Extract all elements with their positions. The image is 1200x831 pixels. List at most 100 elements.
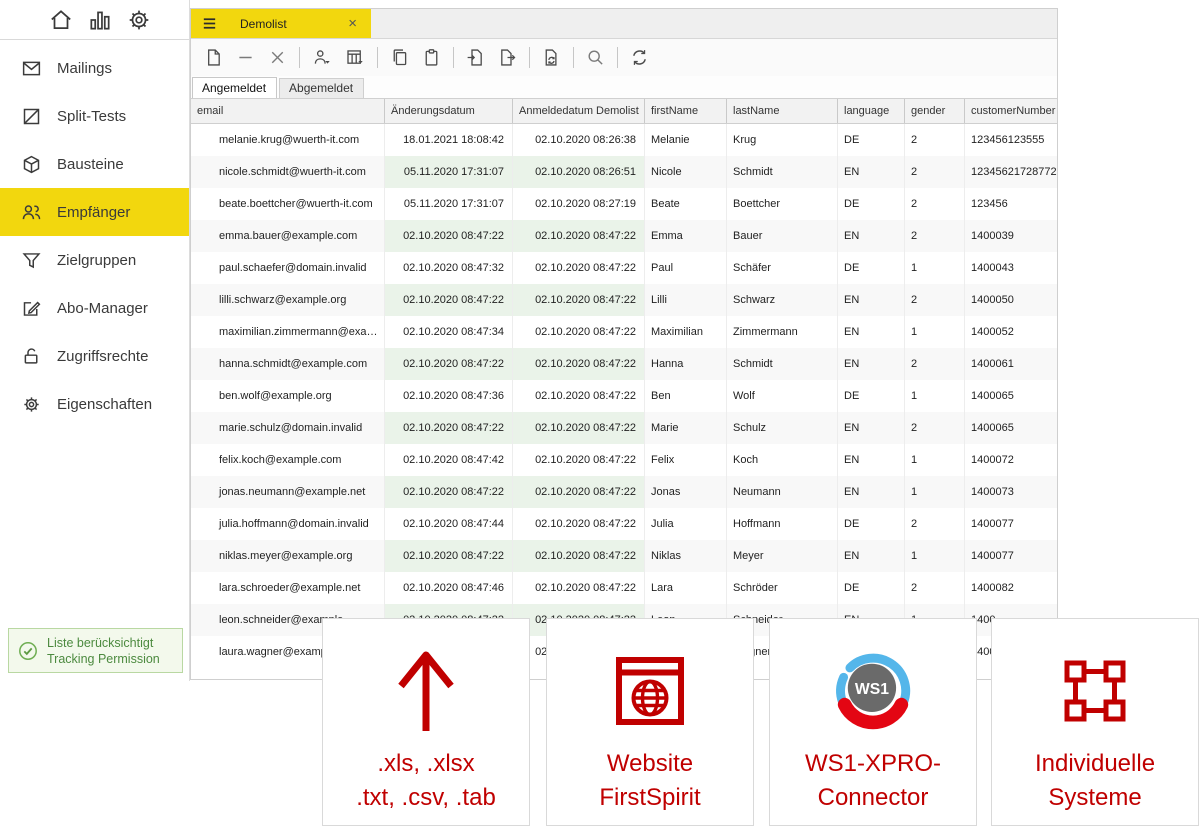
cell-language: EN (838, 444, 905, 476)
cell-lastname: Zimmermann (727, 316, 838, 348)
toolbar-separator (453, 47, 454, 68)
subtab-abgemeldet[interactable]: Abgemeldet (279, 78, 364, 98)
cell-email: lilli.schwarz@example.org (191, 284, 385, 316)
cell-email: marie.schulz@domain.invalid (191, 412, 385, 444)
sidebar-item-bausteine[interactable]: Bausteine (0, 140, 189, 188)
cell-customernumber: 1400082 (965, 572, 1057, 604)
cell-firstname: Jonas (645, 476, 727, 508)
table-row[interactable]: ben.wolf@example.org02.10.2020 08:47:360… (191, 380, 1057, 412)
cell-email: felix.koch@example.com (191, 444, 385, 476)
import-button[interactable] (465, 47, 486, 68)
table-row[interactable]: julia.hoffmann@domain.invalid02.10.2020 … (191, 508, 1057, 540)
cell-firstname: Lilli (645, 284, 727, 316)
cell-language: EN (838, 316, 905, 348)
paste-button[interactable] (421, 47, 442, 68)
bar-chart-icon[interactable] (87, 7, 113, 33)
search-button[interactable] (585, 47, 606, 68)
cell-signup: 02.10.2020 08:47:22 (513, 572, 645, 604)
cell-language: DE (838, 508, 905, 540)
table-row[interactable]: hanna.schmidt@example.com02.10.2020 08:4… (191, 348, 1057, 380)
list-window: Demolist × (190, 8, 1058, 680)
tab-demolist[interactable]: Demolist × (191, 9, 371, 38)
table-row[interactable]: niklas.meyer@example.org02.10.2020 08:47… (191, 540, 1057, 572)
cell-signup: 02.10.2020 08:47:22 (513, 220, 645, 252)
remove-button[interactable] (235, 47, 256, 68)
cell-changed: 02.10.2020 08:47:32 (385, 252, 513, 284)
table-row[interactable]: lilli.schwarz@example.org02.10.2020 08:4… (191, 284, 1057, 316)
toolbar-separator (299, 47, 300, 68)
card-label-line1: .xls, .xlsx (377, 747, 474, 781)
import-source-card-files[interactable]: .xls, .xlsx .txt, .csv, .tab (322, 618, 530, 826)
close-icon[interactable]: × (344, 14, 361, 33)
sidebar-item-mailings[interactable]: Mailings (0, 44, 189, 92)
column-header-gender[interactable]: gender (905, 99, 965, 123)
table-row[interactable]: jonas.neumann@example.net02.10.2020 08:4… (191, 476, 1057, 508)
cell-email: ben.wolf@example.org (191, 380, 385, 412)
cell-gender: 1 (905, 476, 965, 508)
cell-email: hanna.schmidt@example.com (191, 348, 385, 380)
export-button[interactable] (497, 47, 518, 68)
cell-language: DE (838, 572, 905, 604)
table-row[interactable]: nicole.schmidt@wuerth-it.com05.11.2020 1… (191, 156, 1057, 188)
cell-changed: 05.11.2020 17:31:07 (385, 188, 513, 220)
sidebar-item-split-tests[interactable]: Split-Tests (0, 92, 189, 140)
sidebar-nav: Mailings Split-Tests Bausteine (0, 40, 189, 428)
table-row[interactable]: beate.boettcher@wuerth-it.com05.11.2020 … (191, 188, 1057, 220)
sidebar-item-eigenschaften[interactable]: Eigenschaften (0, 380, 189, 428)
import-source-card-ws1-xpro[interactable]: WS1 WS1-XPRO- Connector (769, 618, 977, 826)
cell-signup: 02.10.2020 08:47:22 (513, 380, 645, 412)
cell-changed: 02.10.2020 08:47:34 (385, 316, 513, 348)
recipient-menu-button[interactable] (311, 47, 333, 68)
sync-list-button[interactable] (541, 47, 562, 68)
import-source-card-individual-systems[interactable]: Individuelle Systeme (991, 618, 1199, 826)
cell-customernumber: 123456123555 (965, 124, 1057, 156)
table-row[interactable]: paul.schaefer@domain.invalid02.10.2020 0… (191, 252, 1057, 284)
column-header-customernumber[interactable]: customerNumber (965, 99, 1057, 123)
tracking-permission-notice: Liste berücksichtigt Tracking Permission (8, 628, 183, 673)
cell-gender: 1 (905, 380, 965, 412)
sidebar-item-zielgruppen[interactable]: Zielgruppen (0, 236, 189, 284)
home-icon[interactable] (48, 7, 74, 33)
cell-firstname: Lara (645, 572, 727, 604)
table-row[interactable]: felix.koch@example.com02.10.2020 08:47:4… (191, 444, 1057, 476)
table-header: email Änderungsdatum Anmeldedatum Demoli… (191, 98, 1057, 124)
cell-signup: 02.10.2020 08:26:51 (513, 156, 645, 188)
card-label-line1: Individuelle (1035, 747, 1155, 781)
cell-email: lara.schroeder@example.net (191, 572, 385, 604)
copy-button[interactable] (389, 47, 410, 68)
refresh-button[interactable] (629, 47, 650, 68)
column-header-email[interactable]: email (191, 99, 385, 123)
import-source-card-website[interactable]: Website FirstSpirit (546, 618, 754, 826)
column-header-language[interactable]: language (838, 99, 905, 123)
subtab-angemeldet[interactable]: Angemeldet (192, 77, 277, 98)
new-button[interactable] (203, 47, 224, 68)
toolbar-separator (377, 47, 378, 68)
delete-button[interactable] (267, 47, 288, 68)
sidebar-item-zugriffsrechte[interactable]: Zugriffsrechte (0, 332, 189, 380)
tab-title: Demolist (240, 17, 287, 31)
table-row[interactable]: lara.schroeder@example.net 02.10.2020 08:… (191, 572, 1057, 604)
settings-icon[interactable] (126, 7, 152, 33)
column-header-lastname[interactable]: lastName (727, 99, 838, 123)
cell-language: DE (838, 124, 905, 156)
edit-icon (21, 298, 42, 319)
cell-email: beate.boettcher@wuerth-it.com (191, 188, 385, 220)
cell-email: jonas.neumann@example.net (191, 476, 385, 508)
column-header-aenderungsdatum[interactable]: Änderungsdatum (385, 99, 513, 123)
table-row[interactable]: melanie.krug@wuerth-it.com18.01.2021 18:… (191, 124, 1057, 156)
sidebar-item-empfaenger[interactable]: Empfänger (0, 188, 189, 236)
cell-customernumber: 1400039 (965, 220, 1057, 252)
card-label-line1: WS1-XPRO- (805, 747, 941, 781)
table-row[interactable]: marie.schulz@domain.invalid02.10.2020 08… (191, 412, 1057, 444)
cell-firstname: Nicole (645, 156, 727, 188)
table-row[interactable]: maximilian.zimmermann@example…02.10.2020… (191, 316, 1057, 348)
cell-gender: 2 (905, 412, 965, 444)
sidebar-item-label: Empfänger (57, 204, 130, 221)
cell-signup: 02.10.2020 08:47:22 (513, 508, 645, 540)
card-label-line2: FirstSpirit (599, 781, 700, 815)
column-header-firstname[interactable]: firstName (645, 99, 727, 123)
table-row[interactable]: emma.bauer@example.com02.10.2020 08:47:2… (191, 220, 1057, 252)
sidebar-item-abo-manager[interactable]: Abo-Manager (0, 284, 189, 332)
columns-menu-button[interactable] (344, 47, 366, 68)
column-header-anmeldedatum[interactable]: Anmeldedatum Demolist (513, 99, 645, 123)
